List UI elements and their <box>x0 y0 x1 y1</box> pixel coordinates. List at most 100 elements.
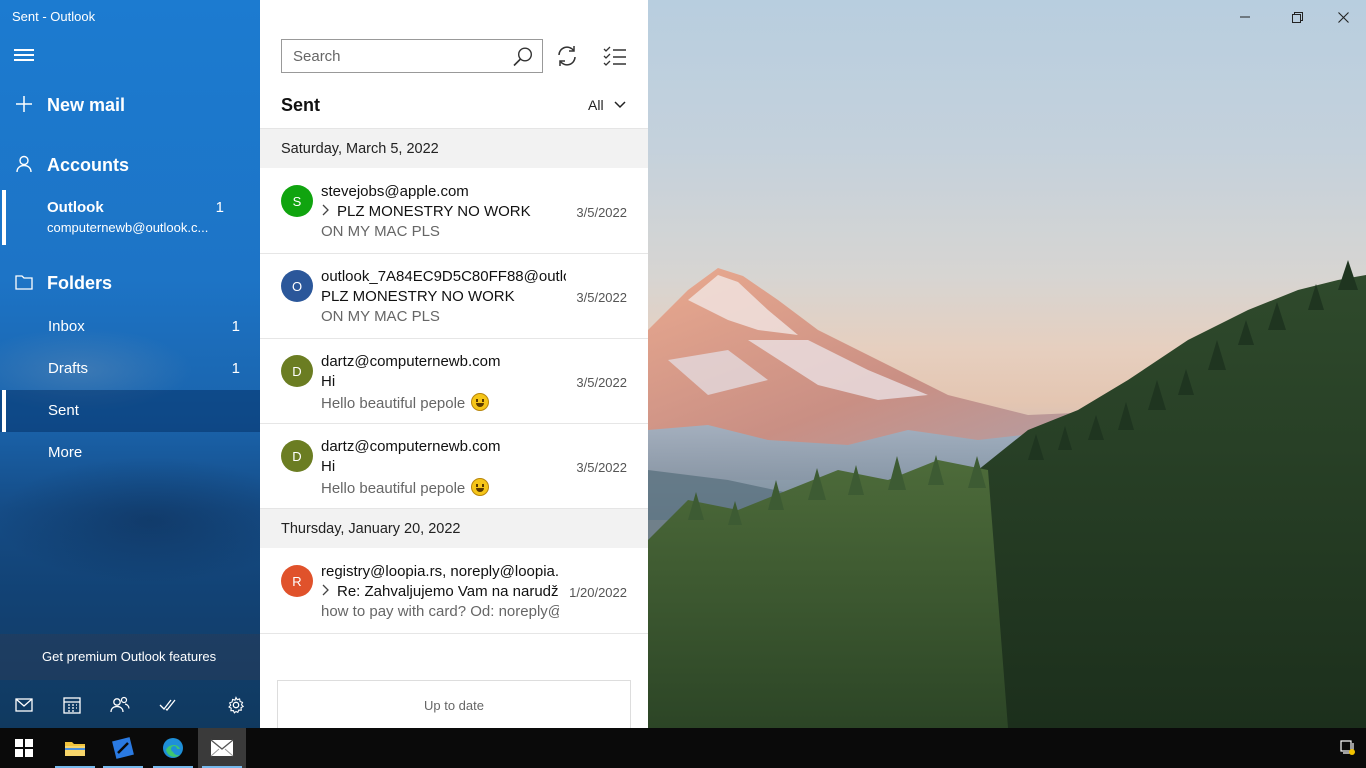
message-item[interactable]: D dartz@computernewb.com Hi Hello beauti… <box>260 424 648 509</box>
roblox-studio-icon[interactable] <box>99 728 147 768</box>
message-date: 1/20/2022 <box>569 585 627 600</box>
premium-banner[interactable]: Get premium Outlook features <box>0 634 260 680</box>
account-name: Outlook <box>47 199 104 216</box>
message-subject: Hi <box>321 458 336 475</box>
file-explorer-icon[interactable] <box>51 728 99 768</box>
close-icon[interactable] <box>1320 6 1366 28</box>
premium-label: Get premium Outlook features <box>42 649 217 664</box>
message-preview: Hello beautiful pepole <box>321 395 466 412</box>
account-email: computernewb@outlook.c... <box>47 220 209 235</box>
folder-label: Inbox <box>48 318 85 335</box>
mail-app-icon[interactable] <box>198 728 246 768</box>
accounts-button[interactable]: Accounts <box>0 150 260 180</box>
edge-browser-icon[interactable] <box>149 728 197 768</box>
selection-indicator <box>2 390 6 432</box>
folder-title: Sent <box>281 95 321 115</box>
calendar-icon[interactable] <box>61 694 83 716</box>
notification-center-icon[interactable] <box>1330 728 1366 768</box>
sync-icon[interactable] <box>555 44 579 68</box>
message-sender: dartz@computernewb.com <box>321 353 501 370</box>
folder-icon <box>14 272 34 292</box>
grinning-face-emoji-icon <box>471 393 490 411</box>
message-sender: outlook_7A84EC9D5C80FF88@outlook.com <box>321 268 566 285</box>
folders-button[interactable]: Folders <box>0 268 260 298</box>
todo-icon[interactable] <box>157 694 179 716</box>
avatar: D <box>281 355 313 387</box>
avatar: R <box>281 565 313 597</box>
message-list-pane: Sent All Saturday, March 5, 2022 S steve… <box>260 0 648 732</box>
navigation-pane: Sent - Outlook New mail Accounts Outlook… <box>0 0 260 728</box>
folder-drafts[interactable]: Drafts 1 <box>0 348 260 390</box>
new-mail-label: New mail <box>47 95 126 115</box>
message-subject: PLZ MONESTRY NO WORK <box>321 288 515 305</box>
message-date: 3/5/2022 <box>576 460 627 475</box>
windows-start-icon[interactable] <box>0 728 48 768</box>
grinning-face-emoji-icon <box>471 478 490 496</box>
mail-icon[interactable] <box>13 694 35 716</box>
message-item[interactable]: R registry@loopia.rs, noreply@loopia.rs … <box>260 549 648 634</box>
sync-status-label: Up to date <box>424 698 484 713</box>
search-icon[interactable] <box>512 46 534 68</box>
message-subject-row: Hi <box>321 373 561 390</box>
accounts-label: Accounts <box>47 155 130 175</box>
message-sender: dartz@computernewb.com <box>321 438 501 455</box>
folder-sent[interactable]: Sent <box>0 390 260 432</box>
date-group-label: Saturday, March 5, 2022 <box>281 141 439 157</box>
settings-icon[interactable] <box>225 694 247 716</box>
chevron-right-icon[interactable] <box>321 583 337 600</box>
message-preview: how to pay with card? Od: noreply@loopia… <box>321 603 559 620</box>
folder-count: 1 <box>231 318 240 335</box>
chevron-down-icon <box>614 101 626 109</box>
plus-icon <box>14 94 34 114</box>
message-preview: ON MY MAC PLS <box>321 308 440 325</box>
message-subject-row: PLZ MONESTRY NO WORK <box>321 203 561 220</box>
avatar: S <box>281 185 313 217</box>
message-subject-row: Hi <box>321 458 561 475</box>
folder-label: Sent <box>48 402 79 419</box>
window-title: Sent - Outlook <box>12 9 96 24</box>
minimize-icon[interactable] <box>1222 6 1268 28</box>
person-icon <box>14 154 34 174</box>
chevron-right-icon[interactable] <box>321 203 337 220</box>
folder-more[interactable]: More <box>0 432 260 474</box>
message-item[interactable]: D dartz@computernewb.com Hi Hello beauti… <box>260 339 648 424</box>
date-group-header: Thursday, January 20, 2022 <box>260 508 648 548</box>
app-switcher-bar <box>0 682 260 728</box>
selection-indicator <box>2 190 6 245</box>
date-group-label: Thursday, January 20, 2022 <box>281 521 461 537</box>
message-date: 3/5/2022 <box>576 205 627 220</box>
folder-label: Drafts <box>48 360 89 377</box>
message-preview-row: Hello beautiful pepole <box>321 393 561 412</box>
taskbar <box>0 728 1366 768</box>
restore-icon[interactable] <box>1274 6 1320 28</box>
new-mail-button[interactable]: New mail <box>0 90 260 120</box>
folders-label: Folders <box>47 273 113 293</box>
message-item[interactable]: S stevejobs@apple.com PLZ MONESTRY NO WO… <box>260 169 648 254</box>
message-preview: Hello beautiful pepole <box>321 480 466 497</box>
search-input[interactable] <box>282 40 506 72</box>
sync-status: Up to date <box>277 680 631 732</box>
message-preview-row: Hello beautiful pepole <box>321 478 561 497</box>
message-subject: PLZ MONESTRY NO WORK <box>337 203 531 220</box>
filter-dropdown[interactable]: All <box>588 97 626 113</box>
selection-mode-icon[interactable] <box>603 45 627 67</box>
account-unread-count: 1 <box>215 199 224 216</box>
hamburger-menu-icon[interactable] <box>14 46 34 64</box>
message-subject-row: Re: Zahvaljujemo Vam na narudžbini <box>321 583 559 600</box>
avatar: O <box>281 270 313 302</box>
search-box <box>281 39 543 73</box>
message-date: 3/5/2022 <box>576 290 627 305</box>
folder-inbox[interactable]: Inbox 1 <box>0 306 260 348</box>
message-sender: registry@loopia.rs, noreply@loopia.rs <box>321 563 559 580</box>
account-item-outlook[interactable]: Outlook 1 computernewb@outlook.c... <box>0 190 260 245</box>
folder-label: More <box>48 444 83 461</box>
message-subject: Re: Zahvaljujemo Vam na narudžbini <box>337 583 559 600</box>
message-preview: ON MY MAC PLS <box>321 223 440 240</box>
filter-label: All <box>588 97 604 113</box>
reading-pane-background <box>648 0 1366 728</box>
message-subject-row: PLZ MONESTRY NO WORK <box>321 288 561 305</box>
avatar: D <box>281 440 313 472</box>
message-item[interactable]: O outlook_7A84EC9D5C80FF88@outlook.com P… <box>260 254 648 339</box>
people-icon[interactable] <box>109 694 131 716</box>
mountain-landscape-image <box>648 260 1366 728</box>
